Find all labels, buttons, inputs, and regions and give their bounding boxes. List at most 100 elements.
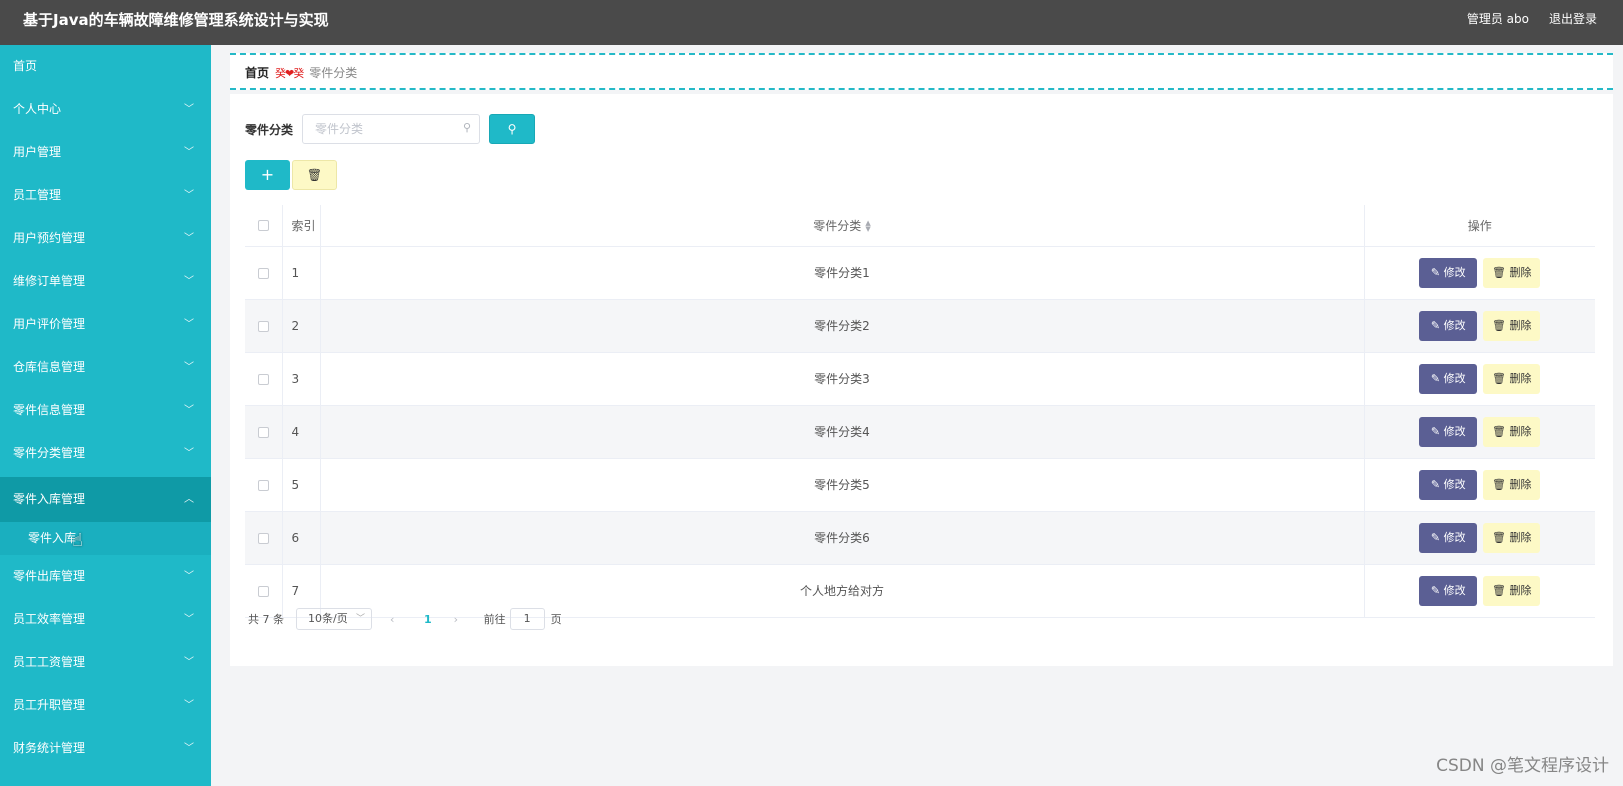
edit-label: 修改 — [1443, 318, 1466, 332]
search-label: 零件分类 — [245, 122, 294, 137]
chevron-down-icon: ﹀ — [355, 614, 365, 624]
table-row: 3 零件分类3 ✎ 修改 🗑 删除 — [245, 352, 1595, 406]
sidebar-item-label: 财务统计管理 — [13, 741, 86, 755]
edit-button[interactable]: ✎ 修改 — [1419, 310, 1478, 341]
sidebar-item-staff[interactable]: 员工管理 ﹀ — [0, 174, 211, 217]
edit-button[interactable]: ✎ 修改 — [1419, 257, 1478, 288]
header-index: 索引 — [282, 205, 321, 247]
row-checkbox-cell — [245, 458, 283, 512]
sidebar-item-warehouse[interactable]: 仓库信息管理 ﹀ — [0, 346, 211, 389]
row-checkbox-cell — [245, 299, 283, 353]
sidebar-item-staff-efficiency[interactable]: 员工效率管理 ﹀ — [0, 598, 211, 641]
row-checkbox[interactable] — [257, 426, 269, 438]
sidebar-subitem-label: 零件入库 — [28, 531, 77, 545]
edit-icon: ✎ — [1430, 583, 1441, 597]
delete-button[interactable]: 🗑 删除 — [1483, 575, 1541, 606]
chevron-up-icon: ︿ — [184, 494, 194, 505]
delete-button[interactable]: 🗑 删除 — [1483, 522, 1541, 553]
row-index: 2 — [282, 299, 321, 353]
sidebar-item-reviews[interactable]: 用户评价管理 ﹀ — [0, 303, 211, 346]
edit-button[interactable]: ✎ 修改 — [1419, 469, 1478, 500]
pagination: 共 7 条 10条/页 ﹀ ‹ 1 › 前往 1 页 — [248, 608, 562, 630]
edit-button[interactable]: ✎ 修改 — [1419, 522, 1478, 553]
table-row: 5 零件分类5 ✎ 修改 🗑 删除 — [245, 458, 1595, 512]
select-all-checkbox[interactable] — [257, 220, 269, 232]
sidebar-item-repair-orders[interactable]: 维修订单管理 ﹀ — [0, 260, 211, 303]
row-checkbox[interactable] — [257, 373, 269, 385]
sidebar-item-label: 员工管理 — [13, 188, 62, 202]
sidebar-item-home[interactable]: 首页 — [0, 45, 211, 88]
header-actions: 管理员 abo 退出登录 — [1467, 0, 1597, 38]
breadcrumb-home[interactable]: 首页 — [245, 64, 269, 81]
row-ops: ✎ 修改 🗑 删除 — [1364, 564, 1595, 618]
row-checkbox[interactable] — [257, 585, 269, 597]
header-name-label: 零件分类 — [813, 218, 862, 233]
delete-button[interactable]: 🗑 删除 — [1483, 257, 1541, 288]
edit-button[interactable]: ✎ 修改 — [1419, 363, 1478, 394]
row-ops: ✎ 修改 🗑 删除 — [1364, 405, 1595, 459]
row-checkbox[interactable] — [257, 267, 269, 279]
edit-button[interactable]: ✎ 修改 — [1419, 575, 1478, 606]
edit-icon: ✎ — [1430, 371, 1441, 385]
sidebar-item-appointments[interactable]: 用户预约管理 ﹀ — [0, 217, 211, 260]
header-ops: 操作 — [1364, 205, 1595, 247]
sidebar-item-part-categories[interactable]: 零件分类管理 ﹀ — [0, 432, 211, 475]
trash-icon: 🗑 — [1492, 265, 1506, 279]
row-index: 1 — [282, 246, 321, 300]
delete-button[interactable]: 🗑 删除 — [1483, 310, 1541, 341]
row-name: 零件分类4 — [320, 405, 1365, 459]
pagination-total: 共 7 条 — [248, 613, 284, 626]
logout-link[interactable]: 退出登录 — [1549, 0, 1597, 38]
page-number-current[interactable]: 1 — [424, 613, 432, 626]
sidebar-item-parts[interactable]: 零件信息管理 ﹀ — [0, 389, 211, 432]
table-row: 6 零件分类6 ✎ 修改 🗑 删除 — [245, 511, 1595, 565]
chevron-down-icon: ﹀ — [184, 614, 194, 625]
table-row: 2 零件分类2 ✎ 修改 🗑 删除 — [245, 299, 1595, 353]
row-index: 4 — [282, 405, 321, 459]
search-input[interactable] — [303, 115, 454, 143]
chevron-down-icon: ﹀ — [184, 448, 194, 459]
search-button[interactable]: ⚲ — [489, 114, 536, 144]
header-checkbox-cell — [245, 205, 283, 247]
page-size-select[interactable]: 10条/页 ﹀ — [296, 608, 372, 630]
sidebar-subitem-parts-inbound[interactable]: 零件入库 — [0, 522, 211, 555]
breadcrumb-separator: 癸❤癸 — [275, 66, 304, 80]
row-ops: ✎ 修改 🗑 删除 — [1364, 352, 1595, 406]
edit-label: 修改 — [1443, 583, 1466, 597]
batch-delete-button[interactable]: 🗑 — [292, 160, 337, 190]
header-name[interactable]: 零件分类 ▲ ▼ — [320, 205, 1365, 247]
row-checkbox[interactable] — [257, 479, 269, 491]
delete-button[interactable]: 🗑 删除 — [1483, 469, 1541, 500]
sidebar-item-label: 零件出库管理 — [13, 569, 86, 583]
user-label: 管理员 abo — [1466, 12, 1529, 26]
action-bar: + 🗑 — [245, 160, 337, 190]
sidebar-item-staff-promotion[interactable]: 员工升职管理 ﹀ — [0, 684, 211, 727]
add-button[interactable]: + — [245, 160, 290, 190]
edit-button[interactable]: ✎ 修改 — [1419, 416, 1478, 447]
sidebar-item-staff-salary[interactable]: 员工工资管理 ﹀ — [0, 641, 211, 684]
chevron-down-icon: ﹀ — [184, 147, 194, 158]
edit-label: 修改 — [1443, 530, 1466, 544]
goto-page-input[interactable]: 1 — [509, 608, 545, 630]
breadcrumb-current: 零件分类 — [309, 66, 358, 80]
sidebar-item-users[interactable]: 用户管理 ﹀ — [0, 131, 211, 174]
next-page-button[interactable]: › — [454, 613, 466, 626]
chevron-down-icon: ﹀ — [184, 190, 194, 201]
trash-icon: 🗑 — [1492, 583, 1506, 597]
sidebar-item-personal-center[interactable]: 个人中心 ﹀ — [0, 88, 211, 131]
sidebar-item-finance[interactable]: 财务统计管理 ﹀ — [0, 727, 211, 770]
sidebar-item-parts-inbound[interactable]: 零件入库管理 ︿ — [0, 477, 211, 522]
row-checkbox[interactable] — [257, 532, 269, 544]
sidebar-item-parts-outbound[interactable]: 零件出库管理 ﹀ — [0, 555, 211, 598]
sidebar-item-label: 仓库信息管理 — [13, 360, 86, 374]
sidebar-item-label: 员工工资管理 — [13, 655, 86, 669]
sort-icon[interactable]: ▲ ▼ — [865, 220, 870, 233]
row-checkbox[interactable] — [257, 320, 269, 332]
delete-label: 删除 — [1509, 530, 1532, 544]
delete-button[interactable]: 🗑 删除 — [1483, 363, 1541, 394]
prev-page-button[interactable]: ‹ — [390, 613, 402, 626]
goto-prefix: 前往 — [483, 613, 506, 626]
delete-label: 删除 — [1509, 265, 1532, 279]
trash-icon: 🗑 — [1492, 530, 1506, 544]
delete-button[interactable]: 🗑 删除 — [1483, 416, 1541, 447]
